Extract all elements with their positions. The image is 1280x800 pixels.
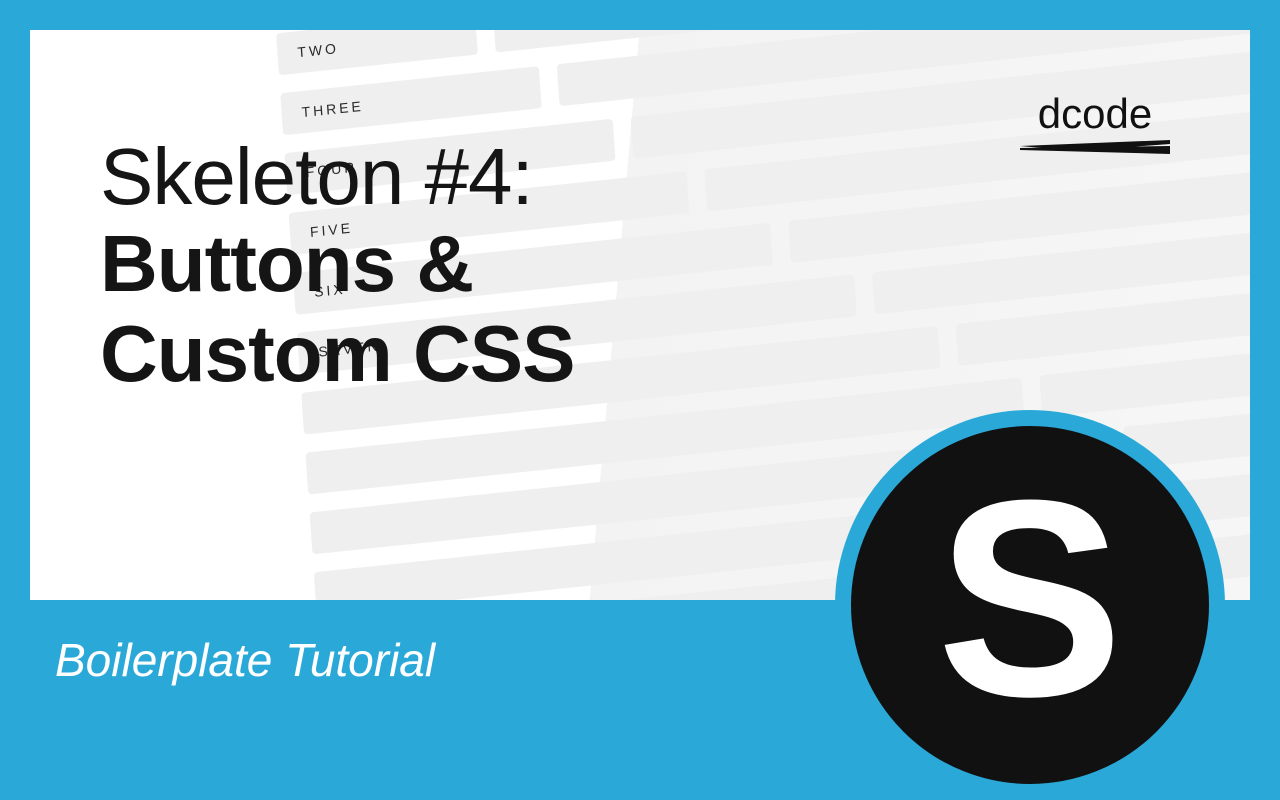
dcode-logo: dcode	[1020, 90, 1170, 163]
title-line-3: Custom CSS	[100, 309, 575, 399]
title-line-2: Buttons &	[100, 219, 575, 309]
dcode-wordmark: dcode	[1020, 90, 1170, 138]
grid-label-three: THREE	[280, 66, 542, 135]
grid-label-two: TWO	[276, 30, 478, 75]
title-block: Skeleton #4: Buttons & Custom CSS	[100, 135, 575, 398]
skeleton-badge: S	[835, 410, 1225, 800]
thumbnail-canvas: TWO THREE FOUR FIVE SIX SEVEN	[0, 0, 1280, 720]
dcode-swoosh-icon	[1020, 140, 1170, 158]
footer-subtitle: Boilerplate Tutorial	[55, 633, 435, 687]
title-line-1: Skeleton #4:	[100, 135, 575, 219]
skeleton-badge-letter: S	[937, 459, 1124, 739]
